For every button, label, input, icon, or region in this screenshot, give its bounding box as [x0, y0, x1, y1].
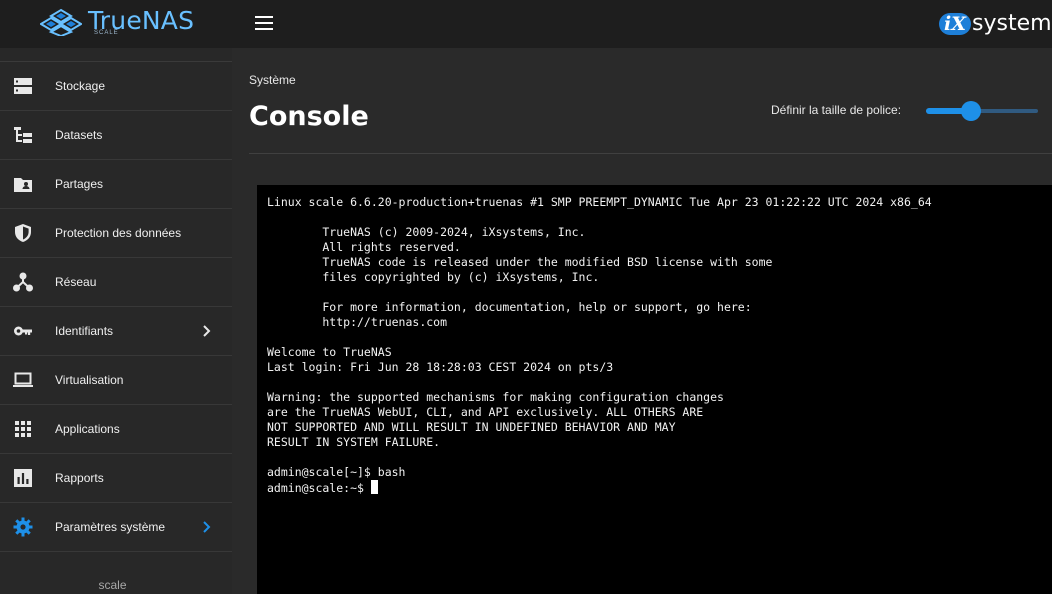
apps-grid-icon — [15, 421, 31, 437]
chart-icon — [14, 469, 32, 487]
laptop-icon — [13, 372, 33, 387]
shared-folder-icon — [14, 178, 32, 192]
sidebar-item-label: Identifiants — [55, 324, 114, 338]
sidebar-item-label: Paramètres système — [55, 520, 166, 534]
sidebar-item-system-settings[interactable]: Paramètres système — [0, 503, 232, 552]
sidebar-item-datasets[interactable]: Datasets — [0, 111, 232, 160]
menu-icon — [255, 16, 273, 18]
ixsystems-logo[interactable]: iX systems — [938, 6, 1052, 42]
sidebar-item-label: Virtualisation — [55, 373, 124, 387]
sidebar-item-label: Rapports — [55, 471, 104, 485]
font-size-label: Définir la taille de police: — [771, 103, 902, 117]
gear-icon — [13, 517, 33, 537]
storage-icon — [14, 78, 32, 94]
sidebar-item-shares[interactable]: Partages — [0, 160, 232, 209]
sidebar-item-virtualization[interactable]: Virtualisation — [0, 356, 232, 405]
hostname-label: scale — [98, 578, 127, 592]
sidebar: Stockage Datasets Partages Protection de… — [0, 48, 232, 594]
terminal-cursor — [370, 480, 378, 494]
terminal-prompt: admin@scale:~$ — [267, 481, 371, 495]
sidebar-item-label: Partages — [55, 177, 104, 191]
sidebar-item-label: Protection des données — [55, 226, 182, 240]
top-bar: TrueNAS SCALE iX systems — [0, 0, 1052, 48]
sidebar-item-reports[interactable]: Rapports — [0, 454, 232, 503]
network-icon — [13, 272, 33, 292]
chevron-right-icon — [203, 325, 211, 337]
brand-logo[interactable]: TrueNAS SCALE — [0, 0, 232, 48]
ix-logo-mark: iX — [939, 13, 971, 35]
truenas-logo-icon — [40, 8, 82, 36]
sidebar-item-apps[interactable]: Applications — [0, 405, 232, 454]
sidebar-item-label: Applications — [55, 422, 120, 436]
sidebar-item-data-protection[interactable]: Protection des données — [0, 209, 232, 258]
shield-icon — [15, 224, 31, 242]
sidebar-item-label: Stockage — [55, 79, 106, 93]
sidebar-item-label: Réseau — [55, 275, 97, 289]
font-size-slider[interactable] — [926, 100, 1038, 121]
terminal-console[interactable]: Linux scale 6.6.20-production+truenas #1… — [257, 185, 1052, 594]
breadcrumb[interactable]: Système — [249, 73, 296, 87]
divider — [249, 153, 1052, 154]
terminal-output: Linux scale 6.6.20-production+truenas #1… — [267, 195, 932, 479]
main-content: Système Console Définir la taille de pol… — [232, 48, 1052, 594]
ix-logo-word: systems — [972, 11, 1052, 36]
menu-toggle-button[interactable] — [250, 12, 278, 36]
sidebar-item-label: Datasets — [55, 128, 103, 142]
sidebar-item-network[interactable]: Réseau — [0, 258, 232, 307]
sidebar-item-credentials[interactable]: Identifiants — [0, 307, 232, 356]
key-icon — [14, 326, 32, 336]
page-title: Console — [249, 101, 369, 132]
sidebar-item-storage[interactable]: Stockage — [0, 62, 232, 111]
chevron-right-icon — [203, 521, 211, 533]
datasets-tree-icon — [14, 127, 32, 143]
slider-thumb[interactable] — [960, 101, 981, 121]
brand-edition: SCALE — [94, 30, 119, 36]
